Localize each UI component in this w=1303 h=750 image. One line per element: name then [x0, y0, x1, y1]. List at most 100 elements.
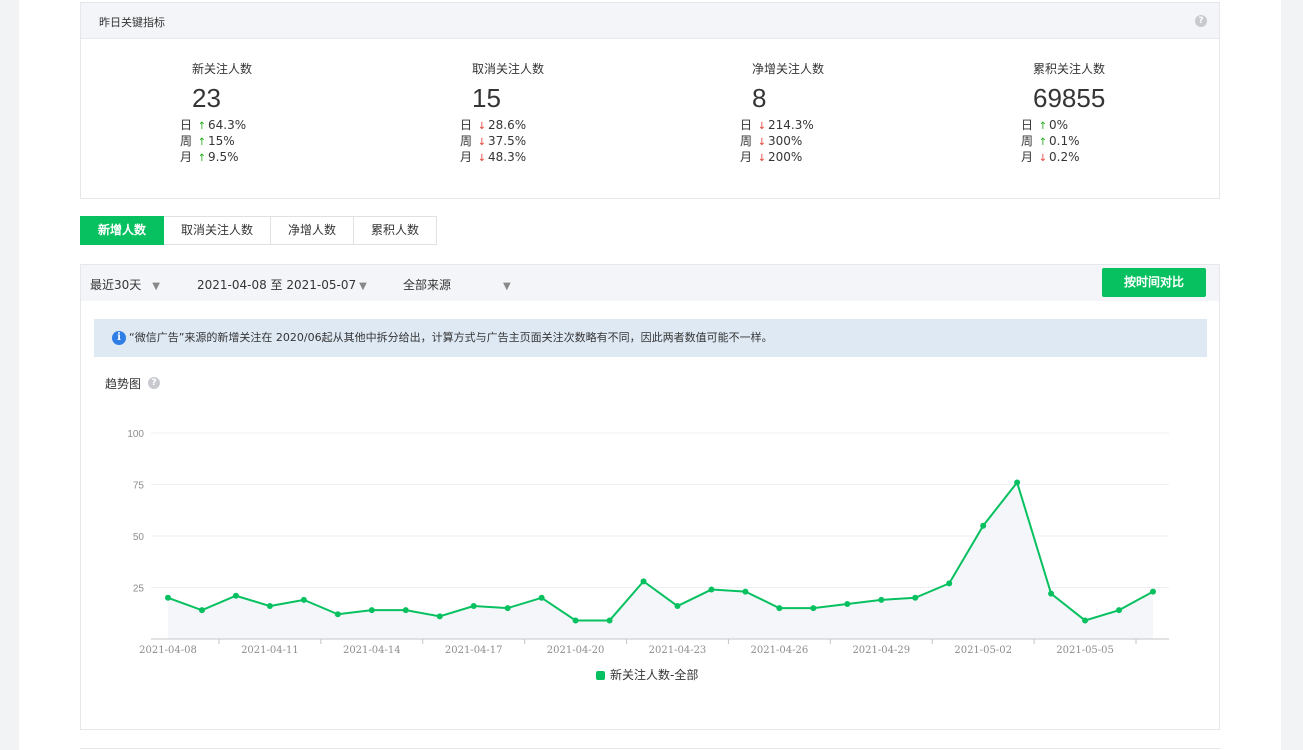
change-percent: 0.2%	[1049, 150, 1080, 164]
kpi-change-list: 日 ↑ 64.3% 周 ↑ 15% 月 ↑ 9.5%	[180, 117, 301, 165]
kpi-value: 69855	[1033, 83, 1106, 113]
y-tick-label: 25	[133, 584, 145, 595]
y-tick-label: 50	[133, 532, 145, 543]
data-point	[946, 580, 953, 587]
x-tick-label: 2021-04-20	[547, 645, 605, 656]
kpi-label: 净增关注人数	[752, 62, 825, 76]
data-point	[334, 611, 341, 618]
tab-net-growth[interactable]: 净增人数	[271, 216, 355, 245]
change-percent: 200%	[768, 150, 803, 164]
change-percent: 37.5%	[488, 134, 527, 148]
kpi-card: 取消关注人数 15 日 ↓ 28.6% 周 ↓ 37.5% 月 ↓ 48.3%	[460, 60, 581, 165]
change-period: 月	[460, 150, 473, 164]
kpi-card: 累积关注人数 69855 日 ↑ 0% 周 ↑ 0.1% 月 ↓ 0.2%	[1021, 60, 1142, 165]
data-point	[1082, 617, 1089, 624]
data-point	[708, 586, 715, 593]
data-point	[266, 603, 273, 610]
kpi-card: 净增关注人数 8 日 ↓ 214.3% 周 ↓ 300% 月 ↓ 200%	[740, 60, 861, 165]
kpi-label: 取消关注人数	[472, 62, 545, 76]
change-percent: 9.5%	[208, 150, 239, 164]
trend-chart: 25 50 75 100 2021-04-08 2021-04-11 2021-04-14 2…	[127, 429, 1169, 656]
kpi-change-list: 日 ↓ 214.3% 周 ↓ 300% 月 ↓ 200%	[740, 117, 861, 165]
kpi-card: 新关注人数 23 日 ↑ 64.3% 周 ↑ 15% 月 ↑ 9.5%	[180, 60, 301, 165]
x-tick-label: 2021-04-14	[343, 645, 401, 656]
x-tick-label: 2021-04-29	[852, 645, 910, 656]
data-point	[165, 594, 171, 601]
tab-new-followers[interactable]: 新增人数	[80, 216, 165, 245]
change-percent: 28.6%	[488, 118, 527, 132]
chart-legend[interactable]: 新关注人数-全部	[596, 666, 698, 683]
x-tick-label: 2021-04-26	[751, 645, 809, 656]
change-period: 日	[740, 118, 753, 132]
data-point	[1048, 590, 1055, 597]
data-point	[1014, 479, 1021, 486]
change-period: 日	[1021, 118, 1034, 132]
data-point	[504, 605, 511, 612]
change-period: 周	[460, 134, 473, 148]
change-period: 月	[740, 150, 753, 164]
kpi-change-row: 日 ↑ 64.3%	[180, 117, 301, 133]
tab-cumulative[interactable]: 累积人数	[354, 216, 438, 245]
data-point	[1116, 607, 1123, 614]
question-circle-icon[interactable]: ?	[1195, 15, 1207, 27]
change-percent: 300%	[768, 134, 803, 148]
change-period: 周	[1021, 134, 1034, 148]
data-point	[368, 607, 375, 614]
data-point	[1150, 588, 1156, 595]
data-point	[402, 607, 409, 614]
tab-unfollowers[interactable]: 取消关注人数	[164, 216, 272, 245]
change-period: 日	[460, 118, 473, 132]
legend-swatch	[596, 671, 605, 680]
data-point	[878, 596, 885, 603]
kpi-change-row: 月 ↓ 0.2%	[1021, 149, 1142, 165]
data-point	[674, 603, 681, 610]
key-metrics-panel: 昨日关键指标 ? 新关注人数 23 日 ↑ 64.3% 周 ↑ 15% 月 ↑ 9.5% 取消关注人数…	[80, 2, 1220, 199]
kpi-change-list: 日 ↓ 28.6% 周 ↓ 37.5% 月 ↓ 48.3%	[460, 117, 581, 165]
change-percent: 64.3%	[208, 118, 247, 132]
kpi-label: 新关注人数	[192, 62, 253, 76]
data-point	[980, 522, 987, 529]
kpi-change-row: 日 ↑ 0%	[1021, 117, 1142, 133]
data-point	[810, 605, 817, 612]
change-percent: 0%	[1049, 118, 1069, 132]
x-tick-label: 2021-04-08	[139, 645, 197, 656]
trend-panel: 最近30天 ▼ 2021-04-08 至 2021-05-07 ▼ 全部来源 ▼ 按时…	[80, 264, 1220, 730]
data-point	[232, 592, 239, 599]
kpi-change-row: 周 ↑ 15%	[180, 133, 301, 149]
kpi-change-row: 周 ↑ 0.1%	[1021, 133, 1142, 149]
key-metrics-title: 昨日关键指标	[99, 16, 165, 29]
arrow-down-icon: ↓	[757, 153, 767, 164]
change-period: 月	[1021, 150, 1034, 164]
data-point	[470, 603, 477, 610]
kpi-change-row: 日 ↓ 28.6%	[460, 117, 581, 133]
key-metrics-header: 昨日关键指标 ?	[81, 3, 1219, 39]
x-tick-label: 2021-04-23	[649, 645, 707, 656]
change-period: 日	[180, 118, 193, 132]
kpi-value: 23	[192, 83, 221, 113]
y-tick-label: 75	[133, 481, 145, 492]
change-period: 月	[180, 150, 193, 164]
data-point	[742, 588, 749, 595]
y-tick-label: 100	[127, 429, 144, 440]
data-point	[912, 594, 919, 601]
kpi-change-row: 月 ↓ 48.3%	[460, 149, 581, 165]
arrow-down-icon: ↓	[477, 153, 487, 164]
kpi-change-row: 月 ↓ 200%	[740, 149, 861, 165]
metric-tabs: 新增人数 取消关注人数 净增人数 累积人数	[80, 216, 438, 245]
data-point	[572, 617, 579, 624]
data-point	[776, 605, 783, 612]
kpi-change-list: 日 ↑ 0% 周 ↑ 0.1% 月 ↓ 0.2%	[1021, 117, 1142, 165]
data-point	[844, 600, 851, 607]
data-point	[300, 596, 307, 603]
divider	[80, 748, 1220, 749]
data-point	[436, 613, 443, 620]
kpi-change-row: 周 ↓ 300%	[740, 133, 861, 149]
change-period: 周	[180, 134, 193, 148]
kpi-value: 8	[752, 83, 767, 113]
arrow-down-icon: ↓	[1038, 153, 1048, 164]
change-percent: 0.1%	[1049, 134, 1080, 148]
arrow-up-icon: ↑	[197, 153, 207, 164]
kpi-change-row: 月 ↑ 9.5%	[180, 149, 301, 165]
x-tick-label: 2021-04-17	[445, 645, 503, 656]
data-point	[198, 607, 205, 614]
